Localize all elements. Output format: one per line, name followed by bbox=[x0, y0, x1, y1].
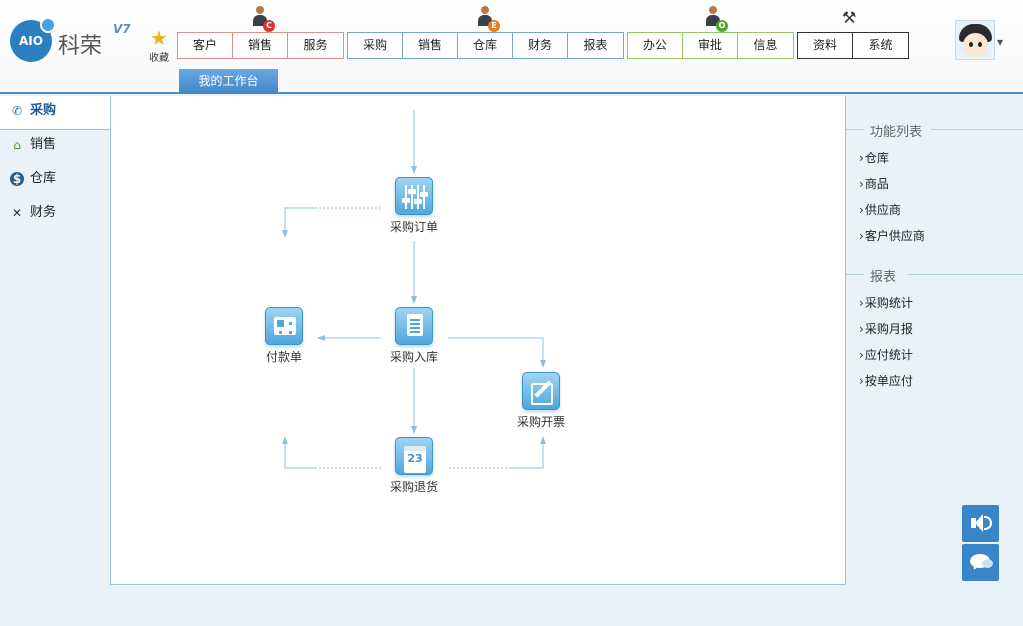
brand-logo[interactable]: AIO 科荣 V7 bbox=[10, 16, 131, 66]
erp-badge: E bbox=[488, 20, 500, 32]
star-icon: ★ bbox=[150, 26, 168, 50]
flow-node-purchase-inbound[interactable]: 采购入库 bbox=[379, 307, 449, 365]
tools-icon: ✕ bbox=[11, 206, 23, 220]
menu-office[interactable]: 办公 bbox=[628, 33, 683, 58]
sliders-icon[interactable] bbox=[395, 177, 433, 215]
flow-node-label: 采购入库 bbox=[389, 350, 438, 364]
menu-customer[interactable]: 客户 bbox=[178, 33, 233, 58]
menu-info[interactable]: 信息 bbox=[738, 33, 793, 58]
sidebar: ✆ 采购 ⌂ 销售 $ 仓库 ✕ 财务 bbox=[0, 96, 111, 626]
sidebar-item-finance[interactable]: ✕ 财务 bbox=[0, 198, 110, 232]
sound-toggle-button[interactable] bbox=[962, 505, 999, 542]
oa-badge: O bbox=[716, 20, 728, 32]
flow-node-label: 付款单 bbox=[265, 350, 302, 364]
menu-sales[interactable]: 销售 bbox=[403, 33, 458, 58]
app-header: AIO 科荣 V7 ★ 收藏 C E O ⚒ 客户 销售 服务 采购 销售 仓库… bbox=[0, 0, 1023, 94]
erp-group-icon: E bbox=[472, 6, 500, 32]
sidebar-item-sales[interactable]: ⌂ 销售 bbox=[0, 130, 110, 164]
flow-node-purchase-order[interactable]: 采购订单 bbox=[379, 177, 449, 235]
workflow-connectors bbox=[282, 110, 546, 469]
edit-icon[interactable] bbox=[522, 372, 560, 410]
flow-node-label: 采购开票 bbox=[516, 415, 565, 429]
menu-purchase[interactable]: 采购 bbox=[348, 33, 403, 58]
oa-group-icon: O bbox=[700, 6, 728, 32]
document-icon[interactable] bbox=[395, 307, 433, 345]
connector-order-side-solid bbox=[282, 207, 316, 238]
link-goods[interactable]: 商品 bbox=[846, 171, 1023, 197]
flow-node-purchase-invoice[interactable]: 采购开票 bbox=[506, 372, 576, 430]
newspaper-icon[interactable] bbox=[265, 307, 303, 345]
flow-node-payment[interactable]: 付款单 bbox=[249, 307, 319, 365]
menu-group-oa: 办公 审批 信息 bbox=[627, 32, 794, 59]
user-avatar[interactable] bbox=[955, 20, 995, 60]
favorites-button[interactable]: ★ 收藏 bbox=[146, 28, 172, 64]
dollar-coin-icon: $ bbox=[10, 172, 24, 186]
logo-circle-icon: AIO bbox=[10, 17, 56, 62]
menu-group-crm: 客户 销售 服务 bbox=[177, 32, 344, 59]
sidebar-item-label: 采购 bbox=[30, 103, 57, 118]
calendar-icon[interactable]: 23 bbox=[395, 437, 433, 475]
section-title-reports: 报表 bbox=[846, 264, 1023, 285]
connector-inbound-to-invoice bbox=[448, 337, 546, 368]
speaker-icon bbox=[971, 514, 983, 532]
crm-badge: C bbox=[263, 20, 275, 32]
flow-node-label: 采购订单 bbox=[389, 220, 438, 234]
favorites-label: 收藏 bbox=[149, 53, 169, 64]
connector-return-left-solid bbox=[282, 436, 316, 469]
home-icon: ⌂ bbox=[13, 138, 21, 152]
crm-group-icon: C bbox=[247, 6, 275, 32]
menu-group-system: 资料 系统 bbox=[797, 32, 909, 59]
caret-down-icon[interactable]: ▼ bbox=[997, 38, 1003, 47]
link-payable-by-order[interactable]: 按单应付 bbox=[846, 368, 1023, 394]
sidebar-item-purchase[interactable]: ✆ 采购 bbox=[0, 96, 111, 130]
menu-warehouse[interactable]: 仓库 bbox=[458, 33, 513, 58]
sidebar-item-label: 财务 bbox=[30, 205, 57, 220]
menu-sales-crm[interactable]: 销售 bbox=[233, 33, 288, 58]
link-supplier[interactable]: 供应商 bbox=[846, 197, 1023, 223]
link-customer-supplier[interactable]: 客户供应商 bbox=[846, 223, 1023, 249]
menu-data[interactable]: 资料 bbox=[798, 33, 853, 58]
connector-return-right-solid bbox=[511, 436, 546, 469]
workflow-panel: 采购订单 采购入库 付款单 采购开票 23 采购退货 bbox=[110, 96, 846, 585]
menu-finance[interactable]: 财务 bbox=[513, 33, 568, 58]
brand-version: V7 bbox=[113, 22, 131, 36]
menu-group-erp: 采购 销售 仓库 财务 报表 bbox=[347, 32, 624, 59]
sidebar-item-label: 仓库 bbox=[30, 171, 57, 186]
sidebar-item-warehouse[interactable]: $ 仓库 bbox=[0, 164, 110, 198]
menu-system[interactable]: 系统 bbox=[853, 33, 908, 58]
tools-icon: ⚒ bbox=[842, 8, 857, 27]
link-payable-stats[interactable]: 应付统计 bbox=[846, 342, 1023, 368]
link-purchase-stats[interactable]: 采购统计 bbox=[846, 290, 1023, 316]
menu-reports[interactable]: 报表 bbox=[568, 33, 623, 58]
flow-node-label: 采购退货 bbox=[389, 480, 438, 494]
menu-service[interactable]: 服务 bbox=[288, 33, 343, 58]
brand-name: 科荣 bbox=[58, 34, 103, 59]
phone-icon: ✆ bbox=[11, 104, 23, 118]
flow-node-purchase-return[interactable]: 23 采购退货 bbox=[379, 437, 449, 495]
tab-my-workbench[interactable]: 我的工作台 bbox=[179, 69, 278, 94]
sidebar-item-label: 销售 bbox=[30, 137, 57, 152]
link-purchase-monthly[interactable]: 采购月报 bbox=[846, 316, 1023, 342]
section-title-function-list: 功能列表 bbox=[846, 119, 1023, 140]
menu-approval[interactable]: 审批 bbox=[683, 33, 738, 58]
link-warehouse[interactable]: 仓库 bbox=[846, 145, 1023, 171]
calendar-day: 23 bbox=[407, 452, 423, 465]
chat-button[interactable] bbox=[962, 544, 999, 581]
